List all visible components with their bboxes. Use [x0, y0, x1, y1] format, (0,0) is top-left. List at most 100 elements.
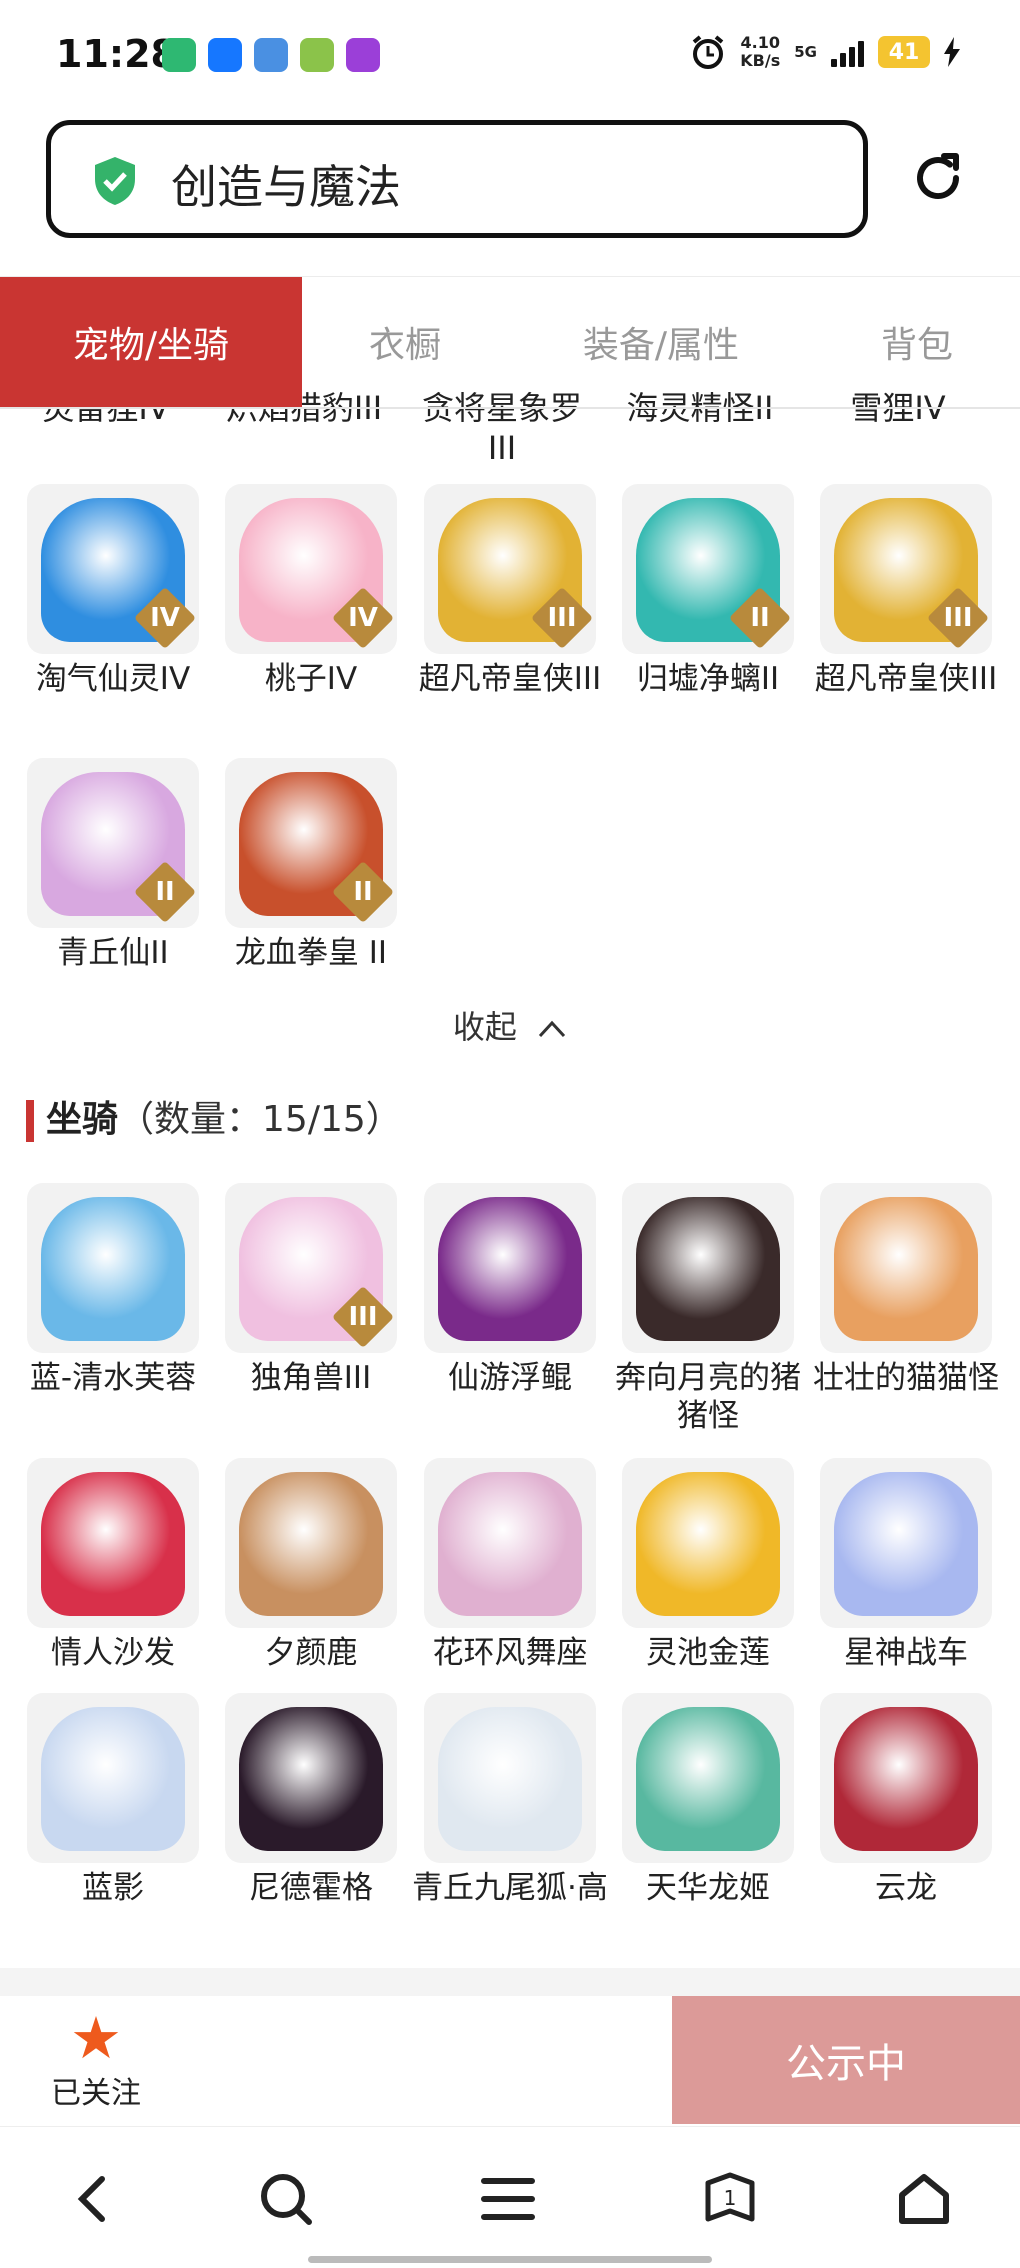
pet-card[interactable]: II 龙血拳皇 II [225, 758, 397, 972]
mount-card[interactable]: 天华龙姬 [622, 1693, 794, 1907]
tier-badge: III [926, 586, 990, 650]
mount-image [424, 1183, 596, 1353]
mount-name: 天华龙姬 [646, 1870, 770, 1906]
tab-pets-mounts[interactable]: 宠物/坐骑 [0, 277, 302, 407]
pet-name: 归墟净螭II [636, 661, 780, 697]
tier-badge: III [530, 586, 594, 650]
tier-badge: II [728, 586, 792, 650]
refresh-icon[interactable] [908, 148, 968, 208]
creature-illustration [41, 1197, 185, 1341]
mount-image [622, 1693, 794, 1863]
mount-name: 仙游浮鲲 [448, 1360, 572, 1396]
mount-name: 花环风舞座 [432, 1635, 588, 1671]
creature-illustration [438, 1197, 582, 1341]
charging-icon [944, 37, 960, 67]
creature-illustration [438, 1472, 582, 1616]
alarm-icon [693, 35, 724, 69]
pet-image: II [225, 758, 397, 928]
mount-card[interactable]: 蓝影 [27, 1693, 199, 1907]
menu-icon[interactable] [478, 2169, 538, 2229]
pet-name: 淘气仙灵IV [35, 661, 191, 697]
pet-image: III [424, 484, 596, 654]
pet-card[interactable]: III 超凡帝皇侠III [815, 484, 997, 698]
creature-illustration [239, 1472, 383, 1616]
creature-illustration [834, 1197, 978, 1341]
creature-illustration [636, 1707, 780, 1851]
search-bar[interactable]: 创造与魔法 [46, 120, 868, 238]
mount-card[interactable]: 青丘九尾狐·高 [412, 1693, 608, 1907]
pet-name: 龙血拳皇 II [234, 935, 388, 971]
follow-button[interactable]: ★ 已关注 [36, 2008, 156, 2112]
collapse-button[interactable]: 收起 [0, 1002, 1020, 1048]
mount-card[interactable]: 夕颜鹿 [225, 1458, 397, 1672]
pet-image: II [27, 758, 199, 928]
pet-card[interactable]: II 青丘仙II [27, 758, 199, 972]
section-accent-bar [26, 1100, 34, 1142]
pet-image: IV [225, 484, 397, 654]
mount-name: 星神战车 [844, 1635, 968, 1671]
mount-image [622, 1458, 794, 1628]
pet-image: IV [27, 484, 199, 654]
tab-wardrobe[interactable]: 衣橱 [302, 277, 508, 407]
pet-name: 青丘仙II [57, 935, 169, 971]
home-icon[interactable] [894, 2169, 954, 2229]
back-icon[interactable] [64, 2169, 124, 2229]
mount-card[interactable]: 蓝-清水芙蓉 [27, 1183, 199, 1397]
mount-name: 蓝影 [82, 1870, 144, 1906]
tab-equipment[interactable]: 装备/属性 [508, 277, 814, 407]
browser-nav-bar: 1 [0, 2126, 1020, 2268]
search-icon[interactable] [256, 2169, 316, 2229]
tabs-icon[interactable]: 1 [700, 2169, 760, 2229]
status-right: 4.10 KB/s 5G 41 [690, 34, 960, 70]
pet-name: 超凡帝皇侠III [418, 661, 602, 697]
mount-name: 独角兽III [250, 1360, 372, 1396]
mount-name: 尼德霍格 [249, 1870, 373, 1906]
search-text: 创造与魔法 [171, 160, 401, 214]
mount-name: 奔向月亮的猪猪怪 [615, 1360, 801, 1434]
pet-card[interactable]: IV 淘气仙灵IV [27, 484, 199, 698]
mount-name: 蓝-清水芙蓉 [29, 1360, 197, 1396]
mount-name: 夕颜鹿 [264, 1635, 358, 1671]
mount-card[interactable]: 花环风舞座 [424, 1458, 596, 1672]
divider [0, 1968, 1020, 1996]
mount-image [424, 1458, 596, 1628]
mount-image [27, 1693, 199, 1863]
mount-card[interactable]: 情人沙发 [27, 1458, 199, 1672]
mount-card[interactable]: III 独角兽III [225, 1183, 397, 1397]
status-time: 11:28 [56, 32, 177, 76]
mount-image [820, 1693, 992, 1863]
status-bar: 11:28 4.10 KB/s 5G 41 [0, 0, 1020, 115]
mount-image [225, 1693, 397, 1863]
mount-card[interactable]: 灵池金莲 [622, 1458, 794, 1672]
pet-image: II [622, 484, 794, 654]
mount-name: 壮壮的猫猫怪 [813, 1360, 999, 1396]
pet-name: 超凡帝皇侠III [814, 661, 998, 697]
tier-badge: II [331, 860, 395, 924]
mount-card[interactable]: 尼德霍格 [225, 1693, 397, 1907]
pet-card[interactable]: II 归墟净螭II [622, 484, 794, 698]
mount-image [27, 1458, 199, 1628]
video-app-icon [162, 38, 196, 72]
tab-bag[interactable]: 背包 [814, 277, 1020, 407]
mount-card[interactable]: 星神战车 [820, 1458, 992, 1672]
mount-image [225, 1458, 397, 1628]
creature-illustration [438, 1707, 582, 1851]
mount-card[interactable]: 奔向月亮的猪猪怪 [615, 1183, 801, 1435]
publish-status-button[interactable]: 公示中 [672, 1996, 1020, 2124]
mount-card[interactable]: 仙游浮鲲 [424, 1183, 596, 1397]
pet-name: 桃子IV [264, 661, 358, 697]
mount-card[interactable]: 云龙 [820, 1693, 992, 1907]
mount-image [820, 1183, 992, 1353]
tier-badge: IV [133, 586, 197, 650]
network-speed: 4.10 KB/s [740, 33, 781, 70]
mount-image [424, 1693, 596, 1863]
pet-image: III [820, 484, 992, 654]
files-app-icon [254, 38, 288, 72]
pet-card[interactable]: III 超凡帝皇侠III [419, 484, 601, 698]
pet-card[interactable]: IV 桃子IV [225, 484, 397, 698]
tier-badge: III [331, 1285, 395, 1349]
svg-text:1: 1 [724, 2186, 737, 2210]
mount-image [820, 1458, 992, 1628]
fitness-app-icon [300, 38, 334, 72]
mount-card[interactable]: 壮壮的猫猫怪 [813, 1183, 999, 1397]
